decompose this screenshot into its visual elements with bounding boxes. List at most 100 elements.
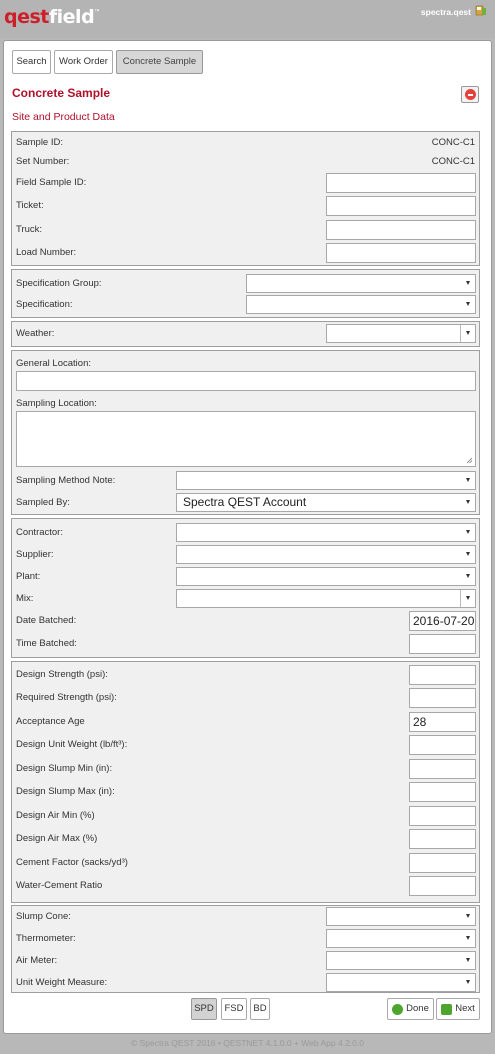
chevron-down-icon xyxy=(466,958,470,962)
sampling-method-note-select[interactable] xyxy=(176,471,476,490)
plant-label: Plant: xyxy=(16,571,41,582)
next-label: Next xyxy=(455,1003,475,1014)
app-header: qestfield™ spectra.qest xyxy=(0,0,495,38)
truck-label: Truck: xyxy=(16,224,43,235)
chevron-down-icon xyxy=(466,500,470,504)
design-air-max-input[interactable] xyxy=(409,829,476,849)
chevron-down-icon xyxy=(466,478,470,482)
ticket-label: Ticket: xyxy=(16,200,44,211)
supplier-label: Supplier: xyxy=(16,549,54,560)
design-slump-max-input[interactable] xyxy=(409,782,476,802)
tab-search[interactable]: Search xyxy=(12,50,51,74)
username[interactable]: spectra.qest xyxy=(421,7,471,17)
thermometer-label: Thermometer: xyxy=(16,933,76,944)
done-label: Done xyxy=(406,1003,429,1014)
chevron-down-icon xyxy=(466,596,470,600)
slump-cone-label: Slump Cone: xyxy=(16,911,71,922)
general-location-label: General Location: xyxy=(16,358,91,369)
qestfield-logo: qestfield™ xyxy=(4,6,100,28)
general-location-input[interactable] xyxy=(16,371,476,391)
tab-concrete-sample[interactable]: Concrete Sample xyxy=(116,50,203,74)
mix-select[interactable] xyxy=(176,589,476,608)
tab-work-order[interactable]: Work Order xyxy=(54,50,113,74)
cement-factor-input[interactable] xyxy=(409,853,476,873)
chevron-down-icon xyxy=(466,936,470,940)
specification-select[interactable] xyxy=(246,295,476,314)
specification-group-select[interactable] xyxy=(246,274,476,293)
sampled-by-select[interactable]: Spectra QEST Account xyxy=(176,493,476,512)
required-strength-input[interactable] xyxy=(409,688,476,708)
design-air-max-label: Design Air Max (%) xyxy=(16,833,98,844)
design-strength-label: Design Strength (psi): xyxy=(16,669,108,680)
mix-label: Mix: xyxy=(16,593,34,604)
sampled-by-label: Sampled By: xyxy=(16,497,70,508)
air-meter-select[interactable] xyxy=(326,951,476,970)
chevron-down-icon xyxy=(466,914,470,918)
field-sample-id-label: Field Sample ID: xyxy=(16,177,87,188)
water-cement-ratio-input[interactable] xyxy=(409,876,476,896)
supplier-select[interactable] xyxy=(176,545,476,564)
chevron-down-icon xyxy=(466,331,470,335)
design-air-min-input[interactable] xyxy=(409,806,476,826)
contractor-select[interactable] xyxy=(176,523,476,542)
chevron-down-icon xyxy=(466,980,470,984)
page-title: Concrete Sample xyxy=(12,86,111,100)
unit-weight-measure-select[interactable] xyxy=(326,973,476,992)
section-title: Site and Product Data xyxy=(12,111,115,123)
sampling-location-textarea[interactable] xyxy=(16,411,476,467)
air-meter-label: Air Meter: xyxy=(16,955,58,966)
sampled-by-value: Spectra QEST Account xyxy=(183,495,307,509)
set-number-value: CONC-C1 xyxy=(431,156,475,167)
contractor-label: Contractor: xyxy=(16,527,63,538)
design-slump-min-input[interactable] xyxy=(409,759,476,779)
design-slump-max-label: Design Slump Max (in): xyxy=(16,786,115,797)
remove-button[interactable] xyxy=(461,86,479,103)
chevron-down-icon xyxy=(466,552,470,556)
ticket-input[interactable] xyxy=(326,196,476,216)
acceptance-age-input[interactable]: 28 xyxy=(409,712,476,732)
time-batched-label: Time Batched: xyxy=(16,638,77,649)
sampling-location-label: Sampling Location: xyxy=(16,398,97,409)
bd-button[interactable]: BD xyxy=(250,998,270,1020)
required-strength-label: Required Strength (psi): xyxy=(16,692,117,703)
date-batched-label: Date Batched: xyxy=(16,615,77,626)
weather-select[interactable] xyxy=(326,324,476,343)
design-unit-weight-input[interactable] xyxy=(409,735,476,755)
set-number-label: Set Number: xyxy=(16,156,70,167)
sampling-method-note-label: Sampling Method Note: xyxy=(16,475,116,486)
chevron-down-icon xyxy=(466,281,470,285)
field-sample-id-input[interactable] xyxy=(326,173,476,193)
design-slump-min-label: Design Slump Min (in): xyxy=(16,763,113,774)
time-batched-input[interactable] xyxy=(409,634,476,654)
chevron-down-icon xyxy=(466,530,470,534)
slump-cone-select[interactable] xyxy=(326,907,476,926)
remove-icon xyxy=(465,89,476,100)
check-circle-icon xyxy=(392,1004,403,1015)
load-number-label: Load Number: xyxy=(16,247,77,258)
truck-input[interactable] xyxy=(326,220,476,240)
fsd-button[interactable]: FSD xyxy=(221,998,247,1020)
date-batched-input[interactable]: 2016-07-20 xyxy=(409,611,476,631)
spd-button[interactable]: SPD xyxy=(191,998,217,1020)
chevron-down-icon xyxy=(466,302,470,306)
user-flag-icon[interactable] xyxy=(475,5,487,17)
chevron-down-icon xyxy=(466,574,470,578)
thermometer-select[interactable] xyxy=(326,929,476,948)
specification-group-label: Specification Group: xyxy=(16,278,102,289)
resize-grip-icon[interactable] xyxy=(466,457,473,464)
next-button[interactable]: Next xyxy=(436,998,480,1020)
footer-text: © Spectra QEST 2016 • QESTNET 4.1.0.0 + … xyxy=(131,1038,364,1048)
plant-select[interactable] xyxy=(176,567,476,586)
specification-label: Specification: xyxy=(16,299,73,310)
load-number-input[interactable] xyxy=(326,243,476,263)
done-button[interactable]: Done xyxy=(387,998,434,1020)
acceptance-age-label: Acceptance Age xyxy=(16,716,85,727)
sample-id-value: CONC-C1 xyxy=(431,137,475,148)
weather-label: Weather: xyxy=(16,328,55,339)
sample-id-label: Sample ID: xyxy=(16,137,63,148)
water-cement-ratio-label: Water-Cement Ratio xyxy=(16,880,103,891)
design-air-min-label: Design Air Min (%) xyxy=(16,810,95,821)
design-strength-input[interactable] xyxy=(409,665,476,685)
cement-factor-label: Cement Factor (sacks/yd³) xyxy=(16,857,128,868)
unit-weight-measure-label: Unit Weight Measure: xyxy=(16,977,108,988)
